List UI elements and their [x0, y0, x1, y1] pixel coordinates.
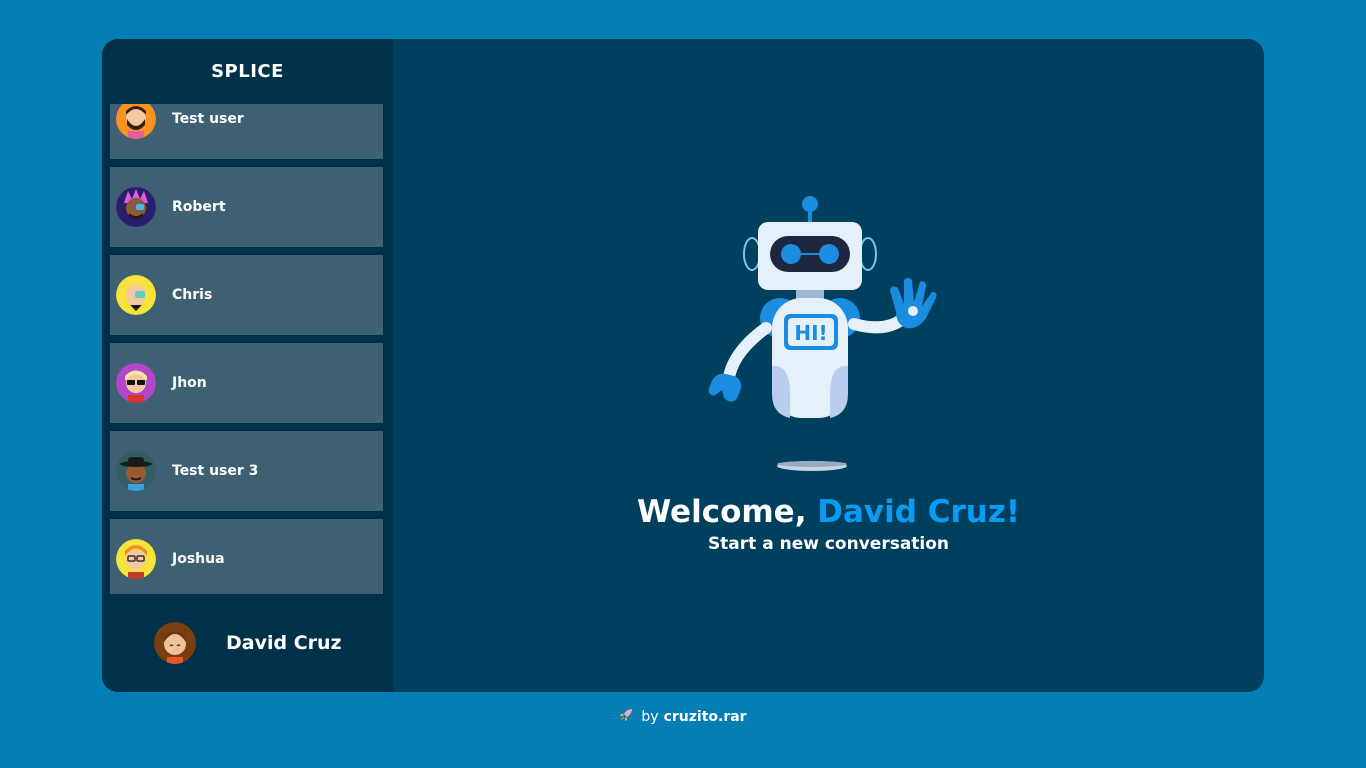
current-user[interactable]: David Cruz: [102, 594, 393, 692]
robot-badge-text: HI!: [794, 321, 827, 345]
contact-name: Test user 3: [172, 463, 259, 479]
rocket-icon: [619, 708, 633, 726]
footer-credit: by cruzito.rar: [0, 708, 1366, 726]
avatar: [116, 275, 156, 315]
welcome-heading: Welcome, David Cruz!: [393, 494, 1264, 530]
contact-item-jhon[interactable]: Jhon: [110, 343, 383, 423]
contact-name: Robert: [172, 199, 226, 215]
welcome-prefix: Welcome,: [636, 494, 818, 530]
avatar: [116, 451, 156, 491]
app-title: SPLICE: [211, 61, 284, 82]
avatar: [116, 539, 156, 579]
robot-illustration: HI!: [700, 194, 950, 488]
welcome-panel: HI! Welcome, David Cruz! Start a new con…: [393, 39, 1264, 692]
current-user-avatar: [154, 622, 196, 664]
contact-item-chris[interactable]: Chris: [110, 255, 383, 335]
contact-item-test-user-3[interactable]: Test user 3: [110, 431, 383, 511]
footer-prefix: by: [641, 709, 659, 725]
contact-name: Test user: [172, 111, 244, 127]
welcome-user-name: David Cruz!: [817, 494, 1021, 530]
avatar: [116, 187, 156, 227]
contact-item-test-user[interactable]: Test user: [110, 104, 383, 159]
contact-name: Jhon: [172, 375, 207, 391]
contact-list[interactable]: Test user Robert Chris Jhon Test user 3 …: [102, 104, 393, 594]
chat-app-window: SPLICE Test user Robert Chris Jhon Test …: [102, 39, 1264, 692]
sidebar: SPLICE Test user Robert Chris Jhon Test …: [102, 39, 393, 692]
contact-item-joshua[interactable]: Joshua: [110, 519, 383, 594]
current-user-name: David Cruz: [226, 632, 342, 654]
avatar: [116, 104, 156, 139]
contact-item-robert[interactable]: Robert: [110, 167, 383, 247]
contact-name: Chris: [172, 287, 213, 303]
footer-author-link[interactable]: cruzito.rar: [664, 709, 747, 725]
welcome-subtitle: Start a new conversation: [707, 534, 950, 554]
avatar: [116, 363, 156, 403]
contact-name: Joshua: [172, 551, 225, 567]
